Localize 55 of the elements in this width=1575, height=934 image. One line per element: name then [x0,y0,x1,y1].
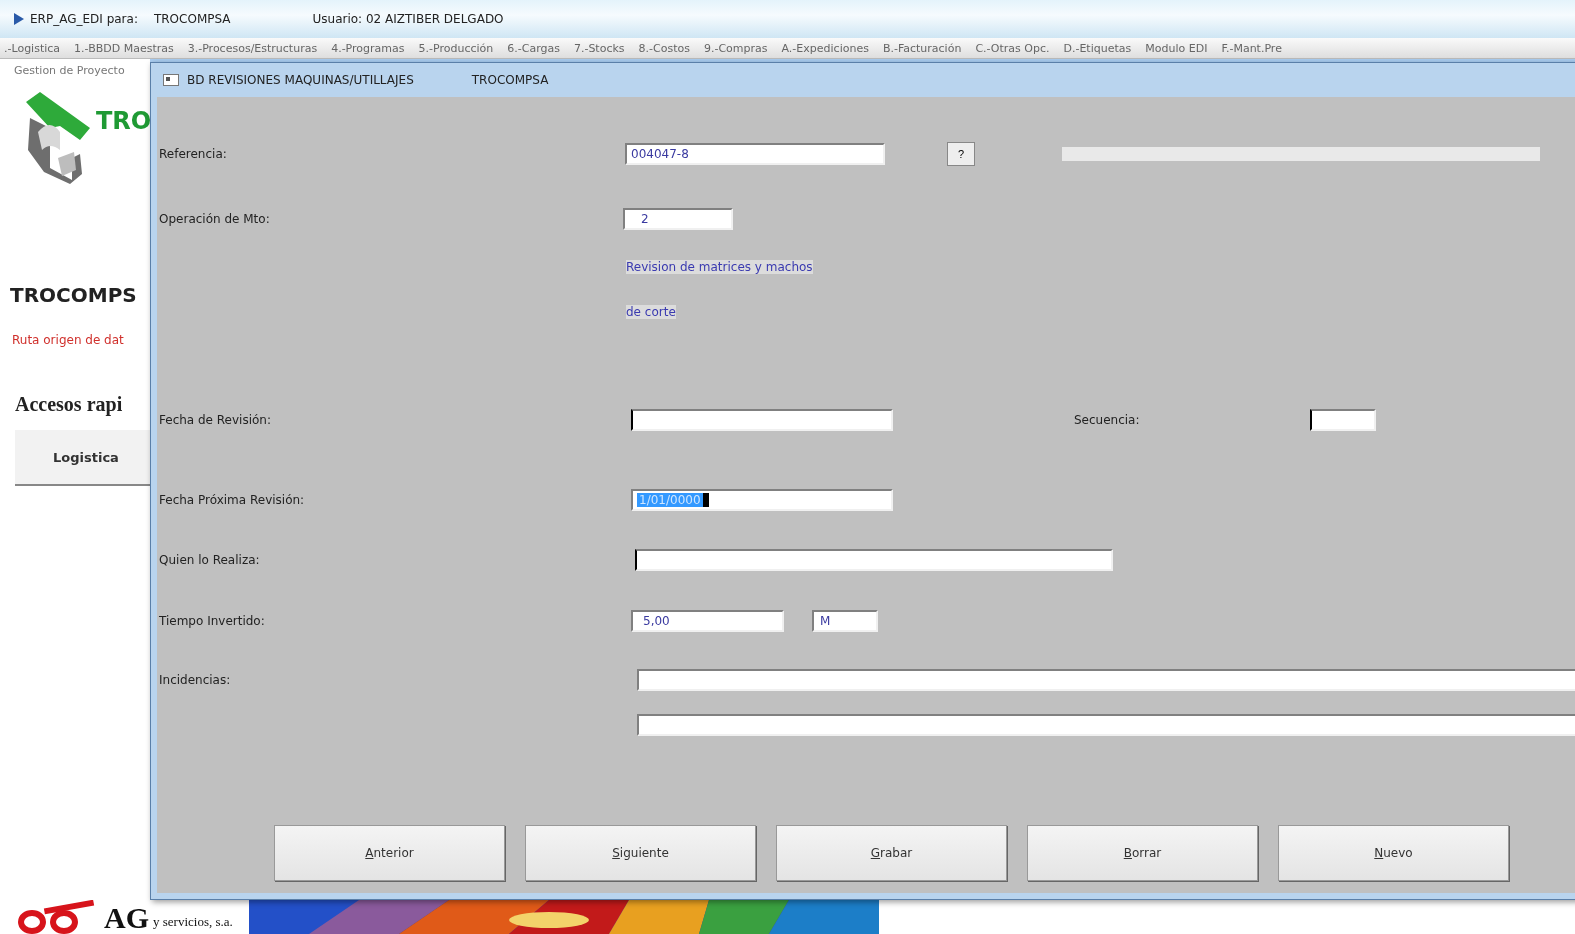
menu-item[interactable]: 7.-Stocks [573,41,625,55]
field-label: Incidencias: [158,673,232,687]
operation-field[interactable]: 2 [623,208,733,230]
dialog-button[interactable]: Nuevo [1278,825,1509,881]
brand-name: AG [104,902,149,934]
dialog-button[interactable]: Siguiente [525,825,756,881]
menu-item[interactable]: 8.-Costos [638,41,690,55]
company-name: TROCOMPSA [153,12,231,26]
field-label: Fecha Próxima Revisión: [158,493,306,507]
lookup-button[interactable]: ? [947,142,975,166]
dialog-button[interactable]: Grabar [776,825,1007,881]
field-label: Quien lo Realiza: [158,553,261,567]
incidents-field[interactable] [637,714,1575,736]
menu-item[interactable]: 6.-Cargas [507,41,560,55]
field-label: Fecha de Revisión: [158,413,272,427]
logo-text: TRO [96,107,152,135]
date-value: 1/01/0000 [637,493,709,507]
sequence-field[interactable] [1310,409,1376,431]
menu-item[interactable]: 1.-BBDD Maestras [74,41,174,55]
dialog-company: TROCOMPSA [471,73,549,87]
menu-item[interactable]: 3.-Procesos/Estructuras [187,41,318,55]
reference-field[interactable]: 004047-8 [625,143,885,165]
field-label: Secuencia: [1074,413,1141,427]
window-icon [163,74,179,86]
dialog-title: BD REVISIONES MAQUINAS/UTILLAJES [187,73,414,87]
menu-item[interactable]: .-Logistica [4,41,61,55]
performer-field[interactable] [635,549,1113,571]
field-label: Tiempo Invertido: [158,614,266,628]
dialog-button[interactable]: Borrar [1027,825,1258,881]
section-title: Accesos rapi [14,393,124,416]
menu-item[interactable]: A.-Expediciones [781,41,869,55]
menu-item[interactable]: C.-Otras Opc. [975,41,1050,55]
menu-item[interactable]: B.-Facturación [882,41,962,55]
incidents-field[interactable] [637,669,1575,691]
app-icon [14,13,24,25]
menu-item[interactable]: 9.-Compras [703,41,768,55]
window-title: ERP_AG_EDI para: [30,12,138,26]
menu-item[interactable]: 4.-Programas [331,41,405,55]
unit-field[interactable]: M [812,610,878,632]
operation-description: de corte [626,305,676,319]
menu-item[interactable]: Modulo EDI [1145,41,1208,55]
field-label: Operación de Mto: [158,212,271,226]
date-field[interactable] [631,409,893,431]
menu-item[interactable]: 5.-Producción [418,41,494,55]
operation-description: Revision de matrices y machos [626,260,813,274]
dialog-button[interactable]: Anterior [274,825,505,881]
user-label: Usuario: 02 AIZTIBER DELGADO [312,12,504,26]
time-field[interactable]: 5,00 [631,610,784,632]
brand-tagline: y servicios, s.a. [153,914,233,930]
toolbar-item[interactable]: Gestion de Proyecto [0,63,150,77]
path-label: Ruta origen de dat [11,333,125,347]
field-label: Referencia: [158,147,228,161]
menu-item[interactable]: D.-Etiquetas [1063,41,1132,55]
company-heading: TROCOMPS [9,283,138,307]
menu-item[interactable]: F.-Mant.Pre [1221,41,1282,55]
